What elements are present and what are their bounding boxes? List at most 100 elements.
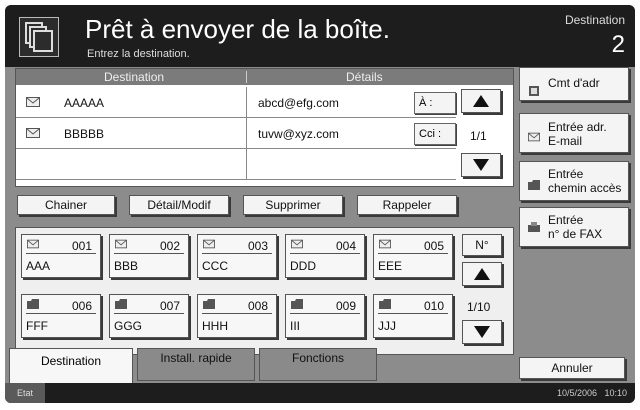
email-entry-button[interactable]: Entrée adr. E-mail [519,113,629,153]
list-row-address: abcd@efg.com [258,96,339,110]
key-number: 002 [159,239,180,253]
scroll-up-button[interactable] [461,89,501,113]
status-datetime: 10/5/2006 10:10 [556,388,627,398]
mail-icon [27,239,39,249]
key-name: BBB [114,259,139,273]
mail-icon [115,239,127,249]
key-name: JJJ [378,319,396,333]
recipient-type-button[interactable]: À : [414,92,456,114]
arrow-down-icon [474,326,490,338]
list-row-address: tuvw@xyz.com [258,127,339,141]
mail-icon [528,132,540,142]
scroll-down-button[interactable] [461,153,501,177]
key-name: III [290,319,301,333]
one-touch-key[interactable]: 007 GGG [109,294,189,338]
chain-button[interactable]: Chainer [17,195,115,215]
list-row[interactable]: AAAAA abcd@efg.com À : [16,87,456,118]
mail-icon [26,97,40,107]
path-entry-button[interactable]: Entrée chemin accès [519,161,629,201]
tab-functions[interactable]: Fonctions [259,348,377,381]
arrow-up-icon [473,95,489,107]
touch-panel: Prêt à envoyer de la boîte. Entrez la de… [5,5,635,403]
arrow-down-icon [473,159,489,171]
list-header: Destination Détails [16,69,513,85]
mail-icon [203,239,215,249]
list-row-name: AAAAA [64,96,105,110]
column-destination: Destination [104,70,165,84]
folder-icon [528,180,540,190]
key-number: 001 [71,239,92,253]
destination-count: 2 [611,31,625,58]
key-name: CCC [202,259,228,273]
address-book-label: Cmt d'adr [548,76,600,90]
number-search-button[interactable]: N° [462,234,502,256]
folder-icon [203,299,215,309]
key-number: 009 [335,299,356,313]
one-touch-key[interactable]: 003 CCC [197,234,277,278]
keys-up-button[interactable] [462,262,502,286]
folder-icon [291,299,303,309]
key-number: 005 [423,239,444,253]
email-entry-label-1: Entrée adr. [548,120,607,134]
one-touch-key[interactable]: 001 AAA [21,234,101,278]
key-number: 007 [159,299,180,313]
recall-button[interactable]: Rappeler [357,195,457,215]
list-row[interactable]: BBBBB tuvw@xyz.com Cci : [16,118,456,149]
address-book-icon [529,86,539,96]
recipient-type-button[interactable]: Cci : [414,123,456,145]
key-number: 010 [423,299,444,313]
status-bar: Etat 10/5/2006 10:10 [5,383,635,403]
one-touch-key[interactable]: 008 HHH [197,294,277,338]
path-entry-label-2: chemin accès [548,181,622,195]
fax-entry-button[interactable]: Entrée n° de FAX [519,207,629,247]
one-touch-key[interactable]: 002 BBB [109,234,189,278]
cancel-button[interactable]: Annuler [519,357,625,379]
folder-icon [27,299,39,309]
delete-button[interactable]: Supprimer [243,195,343,215]
list-page-indicator: 1/1 [470,129,487,143]
fax-icon [528,222,540,232]
one-touch-key[interactable]: 006 FFF [21,294,101,338]
key-name: DDD [290,259,316,273]
one-touch-key[interactable]: 004 DDD [285,234,365,278]
email-entry-label-2: E-mail [548,134,583,148]
path-entry-label-1: Entrée [548,167,584,181]
arrow-up-icon [474,268,490,280]
keys-down-button[interactable] [462,320,502,344]
status-button[interactable]: Etat [5,383,45,403]
one-touch-key[interactable]: 009 III [285,294,365,338]
page-subtitle: Entrez la destination. [87,48,190,60]
detail-modify-button[interactable]: Détail/Modif [129,195,229,215]
tab-destination[interactable]: Destination [9,348,133,384]
mail-icon [26,128,40,138]
list-row-name: BBBBB [64,127,105,141]
keys-page-indicator: 1/10 [467,300,491,314]
key-name: AAA [26,259,51,273]
key-name: EEE [378,259,403,273]
tab-quick-setup[interactable]: Install. rapide [137,348,255,381]
list-scroll: 1/1 [459,87,509,183]
one-touch-key[interactable]: 010 JJJ [373,294,453,338]
key-name: GGG [114,319,143,333]
key-name: FFF [26,319,48,333]
list-row-empty [16,149,456,180]
key-number: 006 [71,299,92,313]
mail-icon [291,239,303,249]
destination-count-label: Destination [564,13,625,27]
key-number: 008 [247,299,268,313]
fax-entry-label-2: n° de FAX [548,227,603,241]
destination-list: Destination Détails AAAAA abcd@efg.com À… [15,68,514,187]
folder-icon [379,299,391,309]
column-details: Détails [346,70,383,84]
header-bar: Prêt à envoyer de la boîte. Entrez la de… [5,5,635,67]
folder-icon [115,299,127,309]
document-box-icon [19,17,59,57]
key-number: 003 [247,239,268,253]
page-title: Prêt à envoyer de la boîte. [85,14,390,44]
fax-entry-label-1: Entrée [548,213,584,227]
one-touch-keys: 001 AAA 002 BBB 003 CCC 004 DDD 005 EEE … [15,227,514,355]
one-touch-key[interactable]: 005 EEE [373,234,453,278]
key-name: HHH [202,319,228,333]
key-number: 004 [335,239,356,253]
address-book-button[interactable]: Cmt d'adr [519,67,629,101]
